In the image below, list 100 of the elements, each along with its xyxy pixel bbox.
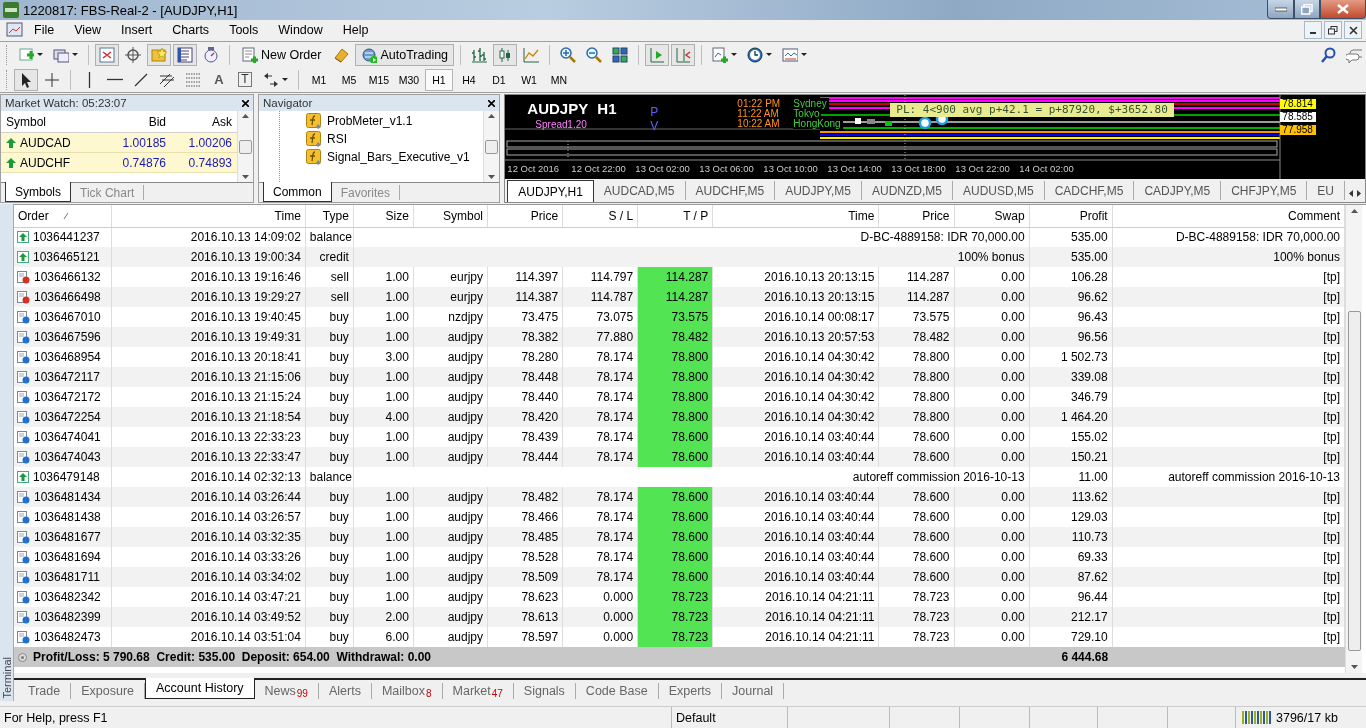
menu-item[interactable]: Tools xyxy=(219,23,269,38)
chart-tab[interactable]: AUDJPY,H1 xyxy=(507,180,594,202)
scroll-right-icon[interactable] xyxy=(1357,190,1361,197)
auto-scroll-button[interactable] xyxy=(645,43,670,66)
scroll-up-icon[interactable] xyxy=(242,114,249,118)
up-arrow-icon xyxy=(6,137,16,148)
candlestick-button[interactable] xyxy=(493,43,518,66)
close-button[interactable] xyxy=(1344,21,1362,40)
chart-shift-button[interactable] xyxy=(671,43,696,66)
scroll-up-icon[interactable] xyxy=(1350,209,1358,213)
chart-tab[interactable]: CHFJPY,M5 xyxy=(1221,181,1308,200)
close-button[interactable] xyxy=(488,99,496,107)
menu-item[interactable]: File xyxy=(24,23,65,38)
terminal-tab[interactable]: Journal xyxy=(722,683,785,699)
indicator-icon xyxy=(306,131,322,147)
scroll-down-icon[interactable] xyxy=(488,175,496,179)
symbol-name[interactable]: AUDCHF xyxy=(20,155,70,170)
chart-tab[interactable]: CADJPY,M5 xyxy=(1134,181,1222,200)
scrollbar-thumb[interactable] xyxy=(1347,311,1361,651)
chart-tab[interactable]: AUDCHF,M5 xyxy=(685,181,776,200)
table-cell: [tp] xyxy=(1112,487,1345,507)
terminal-tab[interactable]: Code Base xyxy=(575,683,659,699)
timeframe-button[interactable]: D1 xyxy=(485,68,513,91)
terminal-tab[interactable]: Alerts xyxy=(318,683,372,699)
column-header[interactable]: Ask xyxy=(171,114,237,129)
column-header[interactable]: Time xyxy=(712,205,879,227)
column-header[interactable]: Size xyxy=(353,205,414,227)
column-header[interactable]: Bid xyxy=(105,114,171,129)
chart-tab[interactable]: AUDUSD,M5 xyxy=(953,181,1045,200)
menu-item[interactable]: Charts xyxy=(162,23,220,38)
stacked-windows-icon xyxy=(53,46,69,63)
panel-tab[interactable]: Symbols xyxy=(5,182,71,202)
column-header[interactable]: Time xyxy=(111,205,306,227)
table-cell: 73.575 xyxy=(638,307,712,327)
table-cell: 78.600 xyxy=(638,547,712,567)
panel-tab[interactable]: Common xyxy=(263,182,332,202)
new-order-button[interactable]: New Order xyxy=(236,43,328,66)
channel-icon xyxy=(159,71,175,88)
column-header[interactable]: Price xyxy=(878,205,954,227)
close-button[interactable] xyxy=(1320,0,1366,19)
menu-item[interactable]: View xyxy=(64,23,112,38)
navigator-item[interactable]: ProbMeter_v1.1 xyxy=(327,114,413,128)
column-header[interactable]: Symbol xyxy=(1,114,105,129)
restore-button[interactable] xyxy=(1324,21,1342,40)
scroll-up-icon[interactable] xyxy=(488,114,496,118)
terminal-tab[interactable]: Trade xyxy=(18,683,72,699)
timeframe-button[interactable]: H1 xyxy=(425,68,453,91)
table-cell: 1036482473 xyxy=(34,630,101,644)
scroll-down-icon[interactable] xyxy=(242,175,249,179)
chart-tab[interactable]: AUDCAD,M5 xyxy=(593,181,686,200)
scroll-down-icon[interactable] xyxy=(1350,665,1358,669)
chart-tab[interactable]: AUDNZD,M5 xyxy=(862,181,953,200)
terminal-tab[interactable]: Experts xyxy=(658,683,723,699)
autotrading-button[interactable]: AutoTrading xyxy=(355,43,455,66)
terminal-tab[interactable]: Account History xyxy=(145,678,255,699)
timeframe-button[interactable]: M30 xyxy=(395,68,423,91)
chart-tab[interactable]: CADCHF,M5 xyxy=(1044,181,1135,200)
table-cell: 2016.10.13 22:33:47 xyxy=(111,447,306,467)
column-header[interactable]: Type xyxy=(305,205,354,227)
text-label-button[interactable]: T xyxy=(233,68,257,91)
timeframe-button[interactable]: M5 xyxy=(335,68,363,91)
column-header[interactable]: Order xyxy=(18,208,49,223)
timeframe-button[interactable]: M1 xyxy=(305,68,333,91)
cursor-button[interactable] xyxy=(14,68,38,91)
market-watch-button[interactable] xyxy=(95,43,119,66)
timeframe-button[interactable]: MN xyxy=(545,68,573,91)
scrollbar-thumb[interactable] xyxy=(485,139,499,154)
line-chart-icon xyxy=(523,46,540,63)
table-cell: 0.000 xyxy=(562,607,638,627)
chart-tab[interactable]: EU xyxy=(1307,181,1345,200)
scrollbar-thumb[interactable] xyxy=(239,139,252,154)
table-cell: [tp] xyxy=(1112,367,1345,387)
bar-chart-icon xyxy=(471,46,488,63)
menu-item[interactable]: Insert xyxy=(111,23,163,38)
column-header[interactable]: Profit xyxy=(1029,205,1113,227)
column-header[interactable]: S / L xyxy=(562,205,638,227)
table-cell: 1036472172 xyxy=(34,390,101,404)
navigator-item[interactable]: RSI xyxy=(327,132,347,146)
menu-item[interactable]: Window xyxy=(268,23,333,38)
column-header[interactable]: T / P xyxy=(637,205,713,227)
timeframe-button[interactable]: M15 xyxy=(365,68,393,91)
chart-tab[interactable]: AUDJPY,M5 xyxy=(775,181,862,200)
timeframe-button[interactable]: H4 xyxy=(455,68,483,91)
terminal-button[interactable] xyxy=(173,43,197,66)
text-tool-button[interactable]: A xyxy=(207,68,231,91)
minimize-button[interactable] xyxy=(1304,21,1322,40)
close-button[interactable] xyxy=(242,99,249,107)
column-header[interactable]: Swap xyxy=(954,205,1030,227)
column-header[interactable]: Comment xyxy=(1112,205,1345,227)
menu-item[interactable]: Help xyxy=(332,23,379,38)
symbol-name[interactable]: AUDCAD xyxy=(20,135,71,150)
terminal-tab[interactable]: Signals xyxy=(513,683,576,699)
column-header[interactable]: Symbol xyxy=(413,205,488,227)
timeframe-button[interactable]: W1 xyxy=(515,68,543,91)
scroll-left-icon[interactable] xyxy=(1349,190,1353,197)
restore-button[interactable] xyxy=(1294,0,1320,19)
navigator-item[interactable]: Signal_Bars_Executive_v1 xyxy=(327,150,470,164)
document-plus-icon xyxy=(18,46,34,63)
column-header[interactable]: Price xyxy=(487,205,563,227)
minimize-button[interactable] xyxy=(1267,0,1294,19)
